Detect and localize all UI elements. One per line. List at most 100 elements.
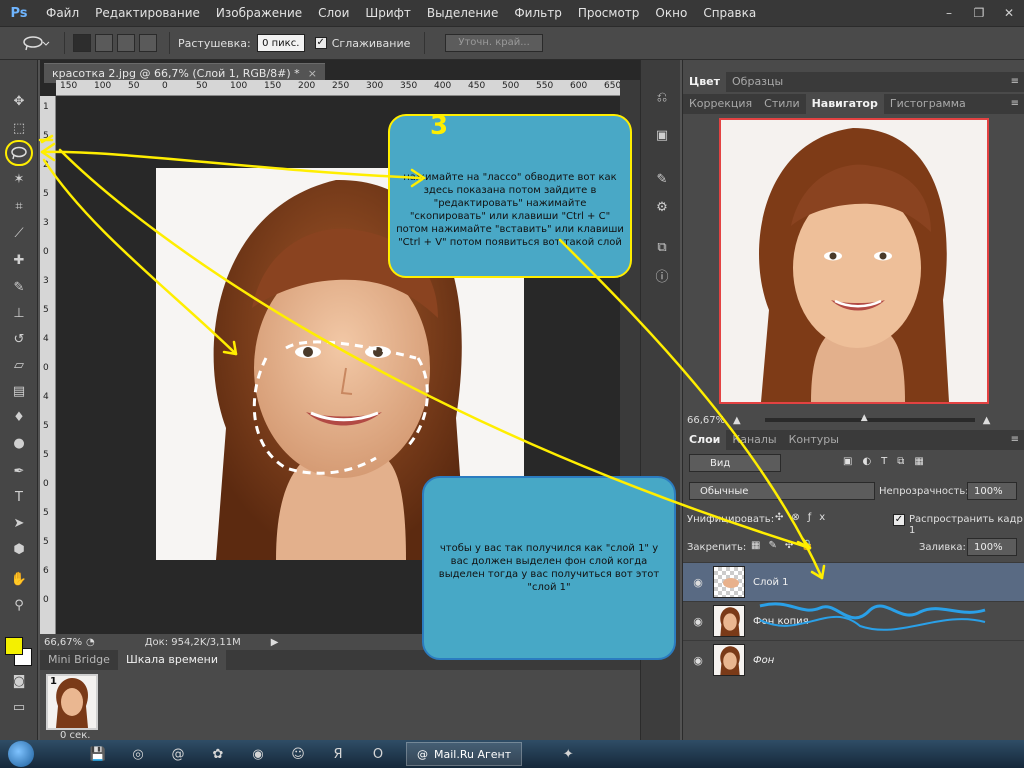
lasso-preset-picker[interactable] (16, 30, 56, 56)
opacity-input[interactable]: 100% (967, 482, 1017, 500)
brush-tool-icon[interactable]: ✎ (7, 276, 31, 298)
zoom-level[interactable]: 66,67% (40, 637, 86, 648)
tab-layers[interactable]: Слои (683, 430, 727, 450)
blend-mode-select[interactable]: Обычные (689, 482, 875, 500)
navigator-zoom-slider[interactable]: ▲ (764, 413, 975, 423)
healing-tool-icon[interactable]: ✚ (7, 249, 31, 271)
start-button[interactable] (0, 740, 42, 768)
icq-icon[interactable]: ✿ (202, 742, 234, 766)
feather-input[interactable]: 0 пикс. (256, 34, 305, 52)
menu-select[interactable]: Выделение (419, 0, 506, 26)
layer-kind-filter[interactable]: Вид (689, 454, 781, 472)
history-panel-icon[interactable]: ⎌ (651, 86, 673, 108)
blur-tool-icon[interactable]: ♦ (7, 406, 31, 428)
yandex-icon[interactable]: Я (322, 742, 354, 766)
menu-edit[interactable]: Редактирование (87, 0, 208, 26)
lock-icons[interactable]: ▦✎✣🔒 (751, 540, 822, 551)
foreground-color-swatch[interactable] (5, 637, 23, 655)
layer-name[interactable]: Слой 1 (753, 577, 789, 588)
tab-channels[interactable]: Каналы (726, 430, 782, 450)
magic-wand-tool-icon[interactable]: ✶ (7, 168, 31, 190)
visibility-eye-icon[interactable]: ◉ (683, 654, 713, 667)
shape-tool-icon[interactable]: ⬢ (7, 538, 31, 560)
refine-edge-button[interactable]: Уточн. край... (445, 34, 543, 52)
gradient-tool-icon[interactable]: ▤ (7, 380, 31, 402)
antialias-checkbox[interactable]: ✓ (314, 37, 327, 49)
zoom-in-icon[interactable]: ▲ (983, 415, 991, 426)
menu-view[interactable]: Просмотр (570, 0, 648, 26)
actions-panel-icon[interactable]: ▣ (651, 124, 673, 146)
history-brush-tool-icon[interactable]: ↺ (7, 328, 31, 350)
opera-icon[interactable]: O (362, 742, 394, 766)
chrome-icon[interactable]: ◎ (122, 742, 154, 766)
menu-filter[interactable]: Фильтр (506, 0, 569, 26)
tab-histogram[interactable]: Гистограмма (884, 94, 972, 114)
menu-image[interactable]: Изображение (208, 0, 310, 26)
status-info-icon[interactable]: ◔ (86, 637, 95, 648)
document-tab-close-icon[interactable]: × (308, 67, 317, 80)
layer-row-layer1[interactable]: ◉ Слой 1 (683, 562, 1024, 601)
screen-mode-icon[interactable]: ▭ (7, 696, 31, 718)
clone-source-icon[interactable]: ⧉ (651, 236, 673, 258)
lasso-tool-icon[interactable] (5, 140, 33, 166)
visibility-eye-icon[interactable]: ◉ (683, 576, 713, 589)
panel-menu-icon[interactable]: ≡ (1011, 434, 1019, 445)
tab-timeline[interactable]: Шкала времени (117, 650, 226, 670)
menu-help[interactable]: Справка (695, 0, 764, 26)
mail-agent-icon[interactable]: @ (162, 742, 194, 766)
fill-input[interactable]: 100% (967, 538, 1017, 556)
timeline-frame[interactable]: 1 (46, 674, 98, 730)
eyedropper-tool-icon[interactable]: ⟋ (7, 222, 31, 244)
intersect-selection-button[interactable] (139, 34, 157, 52)
tab-color[interactable]: Цвет (683, 72, 727, 92)
menu-layers[interactable]: Слои (310, 0, 357, 26)
brush-panel-icon[interactable]: ✎ (651, 168, 673, 190)
hand-tool-icon[interactable]: ✋ (7, 568, 31, 590)
tab-navigator[interactable]: Навигатор (805, 94, 884, 114)
stamp-tool-icon[interactable]: ⊥ (7, 302, 31, 324)
taskbar-mail-agent[interactable]: @ Mail.Ru Агент (406, 742, 523, 766)
navigator-zoom-value[interactable]: 66,67% (683, 415, 733, 426)
tab-mini-bridge[interactable]: Mini Bridge (40, 650, 118, 670)
minimize-button[interactable]: – (934, 0, 964, 26)
layer-name[interactable]: Фон копия (753, 616, 809, 627)
firefox-icon[interactable]: ◉ (242, 742, 274, 766)
close-button[interactable]: ✕ (994, 0, 1024, 26)
path-selection-tool-icon[interactable]: ➤ (7, 512, 31, 534)
add-selection-button[interactable] (95, 34, 113, 52)
slider-knob[interactable]: ▲ (861, 413, 868, 423)
unify-icons[interactable]: ✣⊗ƒx (775, 512, 833, 523)
pen-tool-icon[interactable]: ✒ (7, 460, 31, 482)
menu-window[interactable]: Окно (647, 0, 695, 26)
zoom-out-icon[interactable]: ▲ (733, 415, 741, 426)
panel-menu-icon[interactable]: ≡ (1011, 76, 1019, 87)
paint-icon[interactable]: ✦ (552, 742, 584, 766)
tool-presets-icon[interactable]: ⚙ (651, 196, 673, 218)
layer-row-background[interactable]: ◉ Фон (683, 640, 1024, 679)
tab-styles[interactable]: Стили (758, 94, 805, 114)
menu-type[interactable]: Шрифт (357, 0, 419, 26)
tab-swatches[interactable]: Образцы (726, 72, 789, 92)
panel-menu-icon[interactable]: ≡ (1011, 98, 1019, 109)
propagate-checkbox[interactable]: ✓ (893, 514, 905, 526)
layer-name[interactable]: Фон (753, 655, 774, 666)
restore-button[interactable]: ❐ (964, 0, 994, 26)
info-panel-icon[interactable]: ⓘ (651, 264, 673, 286)
move-tool-icon[interactable]: ✥ (7, 90, 31, 112)
visibility-eye-icon[interactable]: ◉ (683, 615, 713, 628)
odnoklassniki-icon[interactable]: ☺ (282, 742, 314, 766)
eraser-tool-icon[interactable]: ▱ (7, 354, 31, 376)
type-tool-icon[interactable]: T (7, 486, 31, 508)
subtract-selection-button[interactable] (117, 34, 135, 52)
status-menu-arrow-icon[interactable]: ▶ (271, 637, 279, 648)
tab-adjustments[interactable]: Коррекция (683, 94, 758, 114)
marquee-tool-icon[interactable]: ⬚ (7, 117, 31, 139)
zoom-tool-icon[interactable]: ⚲ (7, 594, 31, 616)
menu-file[interactable]: Файл (38, 0, 87, 26)
tab-paths[interactable]: Контуры (783, 430, 845, 450)
layer-row-background-copy[interactable]: ◉ Фон копия (683, 601, 1024, 640)
layer-filter-icons[interactable]: ▣◐T⧉▦ (843, 456, 934, 467)
quick-mask-icon[interactable]: ◙ (7, 670, 31, 692)
new-selection-button[interactable] (73, 34, 91, 52)
navigator-preview[interactable] (719, 118, 989, 404)
